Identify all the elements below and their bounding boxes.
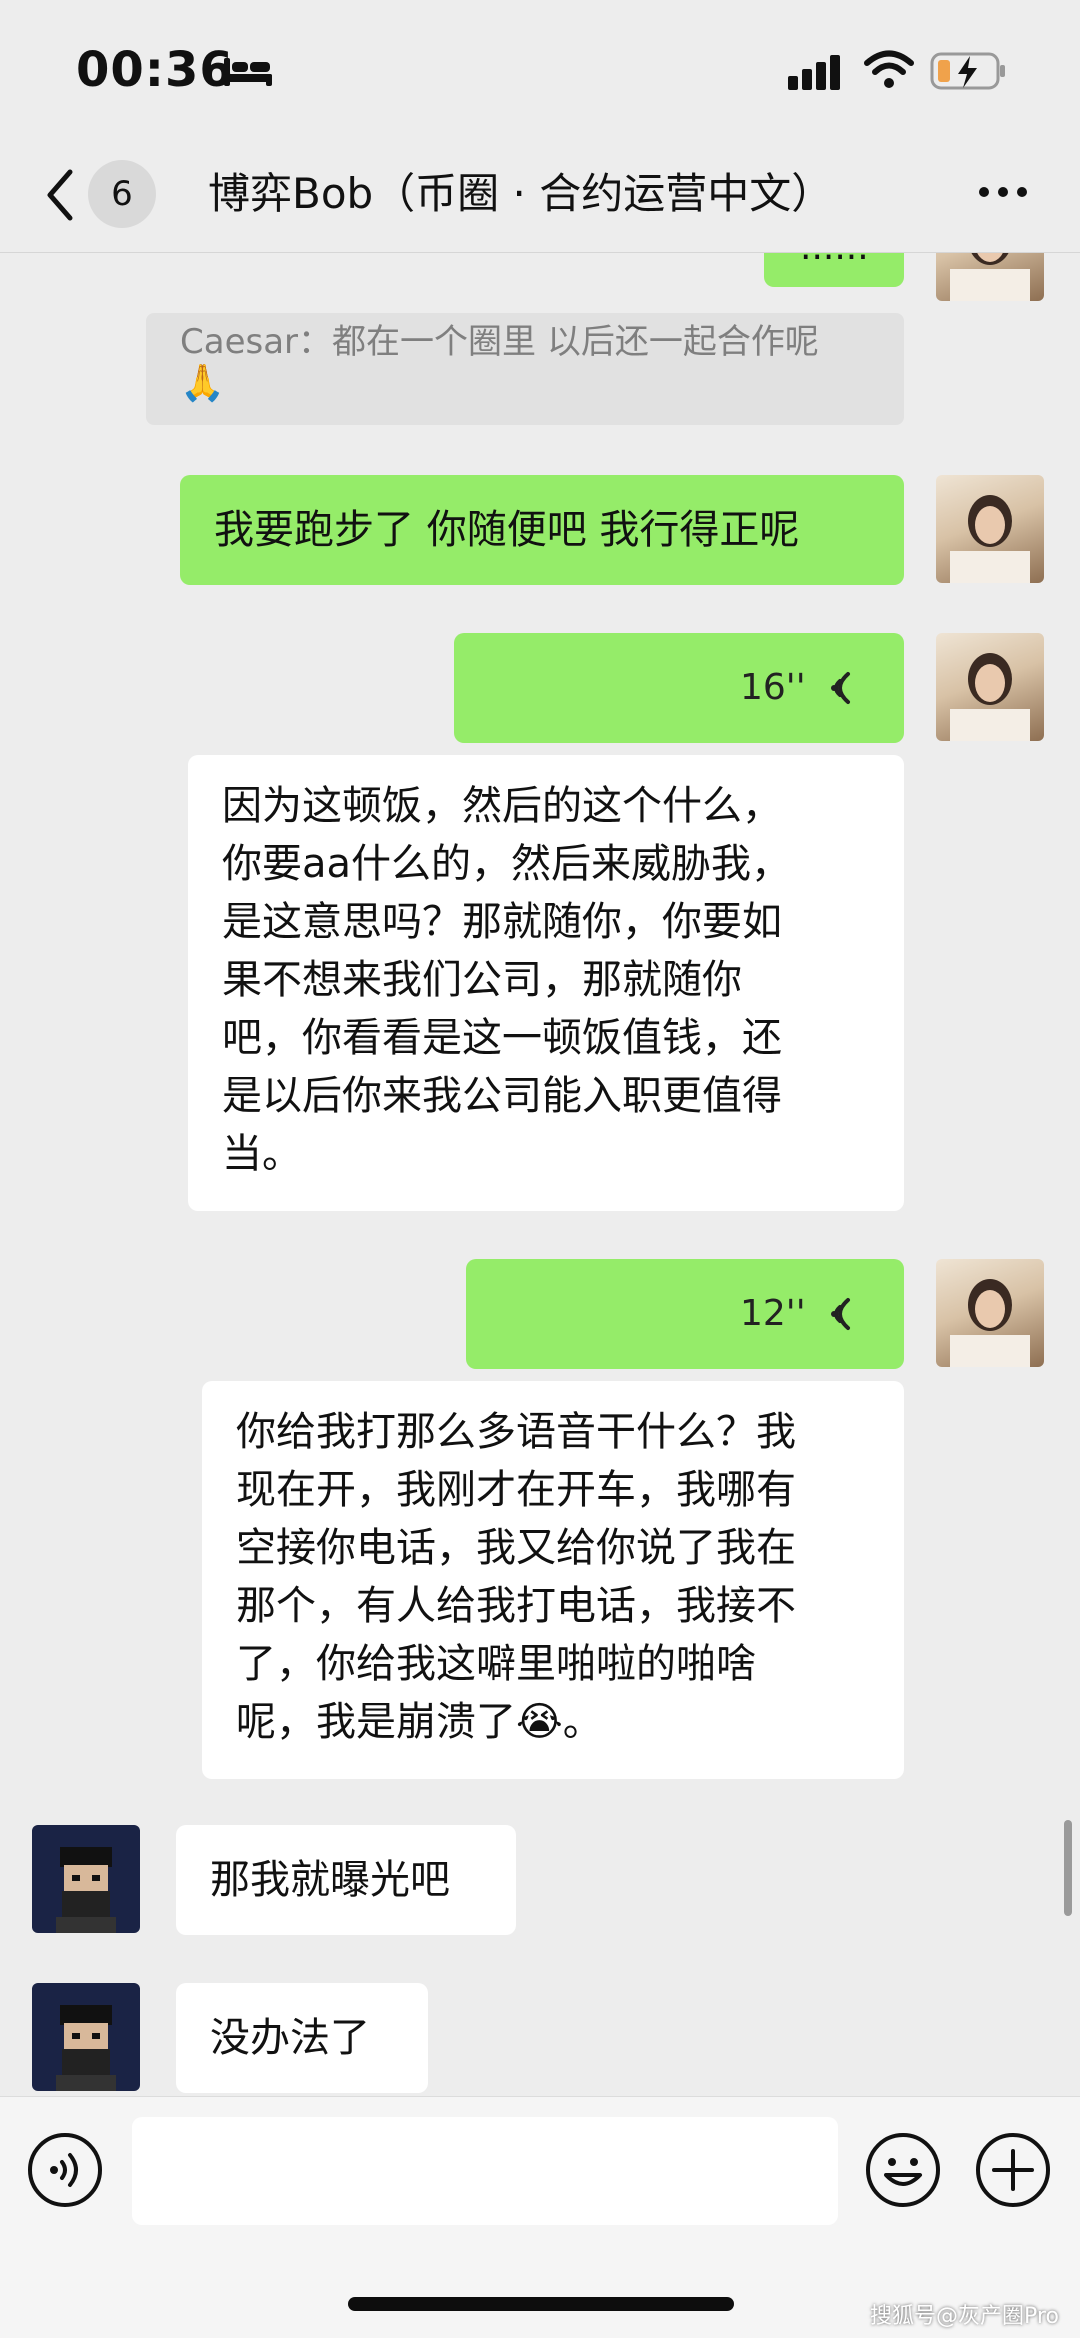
- chat-title: 博弈Bob（币圈 · 合约运营中文）: [208, 169, 834, 218]
- voice-transcript-bubble[interactable]: 你给我打那么多语音干什么？我 现在开，我刚才在开车，我哪有 空接你电话，我又给你…: [202, 1381, 904, 1779]
- voice-duration: 12'': [740, 1293, 806, 1334]
- message-text: 没办法了: [210, 2015, 370, 2061]
- transcript-line: 现在开，我刚才在开车，我哪有: [236, 1467, 796, 1513]
- voice-wave-icon: [831, 672, 850, 704]
- plus-circle-icon[interactable]: [974, 2131, 1052, 2209]
- transcript-line: 呢，我是崩溃了😭。: [236, 1699, 603, 1745]
- message-bubble-incoming[interactable]: 没办法了: [176, 1983, 428, 2093]
- chat-header: 6 博弈Bob（币圈 · 合约运营中文）: [0, 140, 1080, 253]
- transcript-line: 你给我打那么多语音干什么？我: [236, 1409, 796, 1455]
- avatar[interactable]: [936, 253, 1044, 301]
- message-bubble-incoming[interactable]: 那我就曝光吧: [176, 1825, 516, 1935]
- transcript-line: 了，你给我这噼里啪啦的啪啥: [236, 1641, 756, 1687]
- avatar[interactable]: [936, 475, 1044, 583]
- transcript-line: 是以后你来我公司能入职更值得: [222, 1073, 782, 1119]
- home-indicator[interactable]: [348, 2297, 734, 2311]
- transcript-line: 当。: [222, 1131, 302, 1177]
- transcript-line: 空接你电话，我又给你说了我在: [236, 1525, 796, 1571]
- message-bubble-outgoing[interactable]: ......: [764, 253, 904, 287]
- voice-transcript-bubble[interactable]: 因为这顿饭，然后的这个什么， 你要aa什么的，然后来威胁我， 是这意思吗？那就随…: [188, 755, 904, 1211]
- smiley-face-icon[interactable]: [864, 2131, 942, 2209]
- voice-message-bubble[interactable]: 12'': [466, 1259, 904, 1369]
- transcript-line: 是这意思吗？那就随你，你要如: [222, 899, 782, 945]
- message-text: 我要跑步了 你随便吧 我行得正呢: [214, 507, 800, 553]
- bed-icon: [224, 58, 272, 86]
- message-input[interactable]: [132, 2117, 838, 2225]
- wifi-icon: [864, 50, 914, 88]
- message-list[interactable]: ...... Caesar：都在一个圈里 以后还一起合作呢 🙏 我要跑步了 你随…: [0, 253, 1080, 2095]
- cellular-signal-icon: [788, 55, 840, 90]
- transcript-line: 因为这顿饭，然后的这个什么，: [222, 783, 782, 829]
- voice-wave-icon: [831, 1298, 850, 1330]
- avatar[interactable]: [936, 1259, 1044, 1367]
- avatar[interactable]: [32, 1983, 140, 2091]
- message-bubble-outgoing[interactable]: 我要跑步了 你随便吧 我行得正呢: [180, 475, 904, 585]
- transcript-line: 你要aa什么的，然后来威胁我，: [222, 841, 792, 887]
- voice-duration: 16'': [740, 667, 806, 708]
- status-time: 00:36: [76, 42, 234, 98]
- avatar[interactable]: [936, 633, 1044, 741]
- message-text: 那我就曝光吧: [210, 1857, 450, 1903]
- scrollbar[interactable]: [1064, 1820, 1072, 1916]
- chevron-left-icon[interactable]: [42, 166, 78, 224]
- avatar[interactable]: [32, 1825, 140, 1933]
- quote-text: Caesar：都在一个圈里 以后还一起合作呢: [180, 322, 819, 362]
- more-dots-icon[interactable]: [978, 184, 1028, 200]
- unread-count-badge[interactable]: 6: [88, 160, 156, 228]
- transcript-line: 那个，有人给我打电话，我接不: [236, 1583, 796, 1629]
- status-bar: 00:36: [0, 0, 1080, 140]
- quoted-message[interactable]: Caesar：都在一个圈里 以后还一起合作呢 🙏: [146, 313, 904, 425]
- battery-charging-icon: [930, 52, 1005, 90]
- message-text: ......: [800, 253, 869, 277]
- praying-hands-emoji: 🙏: [180, 363, 225, 404]
- voice-input-icon[interactable]: [26, 2131, 104, 2209]
- watermark: 搜狐号@灰产圈Pro: [870, 2304, 1059, 2329]
- transcript-line: 果不想来我们公司，那就随你: [222, 957, 742, 1003]
- transcript-line: 吧，你看看是这一顿饭值钱，还: [222, 1015, 782, 1061]
- voice-message-bubble[interactable]: 16'': [454, 633, 904, 743]
